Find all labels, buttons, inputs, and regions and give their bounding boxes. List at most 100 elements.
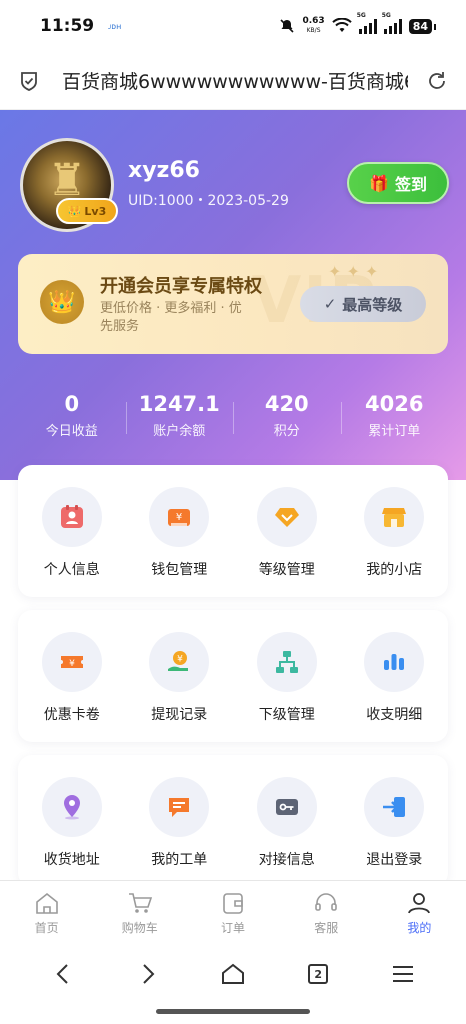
signal-icon: 5G	[357, 12, 377, 34]
tab-label: 购物车	[121, 921, 158, 935]
tab-label: 订单	[221, 921, 246, 935]
menu-label: 等级管理	[258, 562, 315, 578]
tab-support[interactable]: 客服	[280, 881, 373, 944]
menu-label: 退出登录	[366, 852, 423, 868]
stat-total-orders[interactable]: 4026 累计订单	[340, 392, 449, 444]
chevron-left-icon	[56, 964, 68, 984]
browser-nav-bar: 2	[0, 944, 466, 1004]
stat-today-earnings[interactable]: 0 今日收益	[18, 392, 126, 444]
level-label: Lv3	[84, 204, 107, 218]
network-type-1: 5G	[356, 12, 366, 19]
stat-value: 4026	[365, 392, 424, 416]
address-bar[interactable]: 百货商城6wwwwwwwwwww-百货商城6wwwwwwwwwww	[0, 52, 466, 110]
tab-label: 首页	[34, 921, 59, 935]
back-button[interactable]	[43, 954, 83, 994]
vip-level-button[interactable]: ✓ 最高等级	[300, 286, 426, 322]
menu-item-profile[interactable]: 个人信息	[18, 487, 126, 597]
battery-icon: 84	[408, 18, 437, 34]
vip-title: 开通会员享专属特权	[100, 276, 262, 297]
menu-card-account: 个人信息 ¥ 钱包管理 等级管理 我的小店	[18, 465, 448, 597]
stat-value: 420	[264, 392, 309, 416]
stat-label: 今日收益	[45, 424, 98, 439]
menu-label: 收货地址	[43, 852, 100, 868]
menu-card-finance: ¥ 优惠卡卷 ¥ 提现记录 下级管理 收支明细	[18, 610, 448, 742]
crown-icon: 👑	[67, 204, 82, 218]
checkin-button[interactable]: 🎁 签到	[347, 162, 449, 204]
mute-icon	[280, 19, 295, 33]
home-indicator[interactable]	[156, 1009, 310, 1014]
menu-label: 收支明细	[366, 707, 423, 723]
home-icon	[35, 892, 58, 914]
house-icon	[221, 963, 244, 984]
tab-orders[interactable]: 订单	[186, 881, 279, 944]
menu-item-shop[interactable]: 我的小店	[341, 487, 449, 597]
menu-label: 提现记录	[151, 707, 208, 723]
coupon-icon: ¥	[41, 632, 102, 692]
level-badge: 👑 Lv3	[56, 198, 118, 224]
menu-label: 钱包管理	[151, 562, 208, 578]
menu-label: 对接信息	[258, 852, 315, 868]
uid-line: UID:1000・2023-05-29	[128, 193, 289, 209]
menu-label: 我的工单	[151, 852, 208, 868]
tab-home[interactable]: 首页	[0, 881, 93, 944]
tab-label: 客服	[314, 921, 339, 935]
status-time: 11:59	[40, 16, 95, 36]
menu-item-integration[interactable]: 对接信息	[233, 777, 341, 887]
tab-count: 2	[308, 964, 329, 984]
hamburger-icon	[393, 966, 414, 982]
menu-item-coupon[interactable]: ¥ 优惠卡卷	[18, 632, 126, 742]
menu-card-service: 收货地址 我的工单 对接信息 退出登录	[18, 755, 448, 887]
tab-cart[interactable]: 购物车	[93, 881, 186, 944]
menu-label: 我的小店	[366, 562, 423, 578]
wallet-icon: ¥	[149, 487, 210, 547]
vip-button-label: 最高等级	[342, 295, 403, 314]
notification-icon: ᴊᴅʜ	[108, 21, 122, 31]
logout-icon	[364, 777, 425, 837]
username: xyz66	[128, 158, 200, 183]
shop-icon	[364, 487, 425, 547]
chevron-right-icon	[143, 964, 155, 984]
menu-item-logout[interactable]: 退出登录	[341, 777, 449, 887]
page-title[interactable]: 百货商城6wwwwwwwwwww-百货商城6wwwwwwwwwww	[62, 67, 408, 94]
profile-header: ♜ 👑 Lv3 xyz66 UID:1000・2023-05-29 🎁 签到 V…	[0, 110, 466, 480]
stat-points[interactable]: 420 积分	[233, 392, 341, 444]
svg-text:¥: ¥	[176, 512, 182, 523]
wifi-icon	[331, 18, 352, 32]
menu-item-subordinates[interactable]: 下级管理	[233, 632, 341, 742]
user-icon	[408, 893, 431, 914]
stat-value: 1247.1	[138, 392, 220, 416]
gift-icon: 🎁	[369, 173, 389, 193]
menu-label: 下级管理	[258, 707, 315, 723]
menu-item-tickets[interactable]: 我的工单	[126, 777, 234, 887]
menu-button[interactable]	[383, 954, 423, 994]
menu-item-transactions[interactable]: 收支明细	[341, 632, 449, 742]
stat-label: 累计订单	[368, 424, 421, 439]
refresh-icon[interactable]	[426, 70, 448, 92]
svg-text:¥: ¥	[177, 655, 183, 665]
shield-check-icon[interactable]	[18, 70, 40, 92]
vip-card[interactable]: VIP ✦ ✦ ✦ 👑 开通会员享专属特权 更低价格 · 更多福利 · 优先服务…	[18, 254, 448, 354]
ticket-icon	[149, 777, 210, 837]
network-speed: 0.63 KB/S	[302, 17, 324, 35]
menu-item-withdraw[interactable]: ¥ 提现记录	[126, 632, 234, 742]
check-icon: ✓	[323, 295, 337, 313]
stat-label: 积分	[273, 424, 300, 439]
menu-item-level[interactable]: 等级管理	[233, 487, 341, 597]
forward-button[interactable]	[128, 954, 168, 994]
withdraw-icon: ¥	[149, 632, 210, 692]
home-button[interactable]	[213, 954, 253, 994]
menu-item-address[interactable]: 收货地址	[18, 777, 126, 887]
location-icon	[41, 777, 102, 837]
menu-item-wallet[interactable]: ¥ 钱包管理	[126, 487, 234, 597]
menu-label: 优惠卡卷	[43, 707, 100, 723]
tab-mine[interactable]: 我的	[373, 881, 466, 944]
stat-balance[interactable]: 1247.1 账户余额	[125, 392, 234, 444]
level-icon	[256, 487, 317, 547]
menu-label: 个人信息	[43, 562, 100, 578]
status-bar: 11:59 ᴊᴅʜ 0.63 KB/S 5G 5G 84	[0, 0, 466, 52]
order-icon	[223, 893, 243, 914]
hierarchy-icon	[256, 632, 317, 692]
key-icon	[256, 777, 317, 837]
speed-unit: KB/S	[306, 27, 321, 34]
tabs-button[interactable]: 2	[298, 954, 338, 994]
